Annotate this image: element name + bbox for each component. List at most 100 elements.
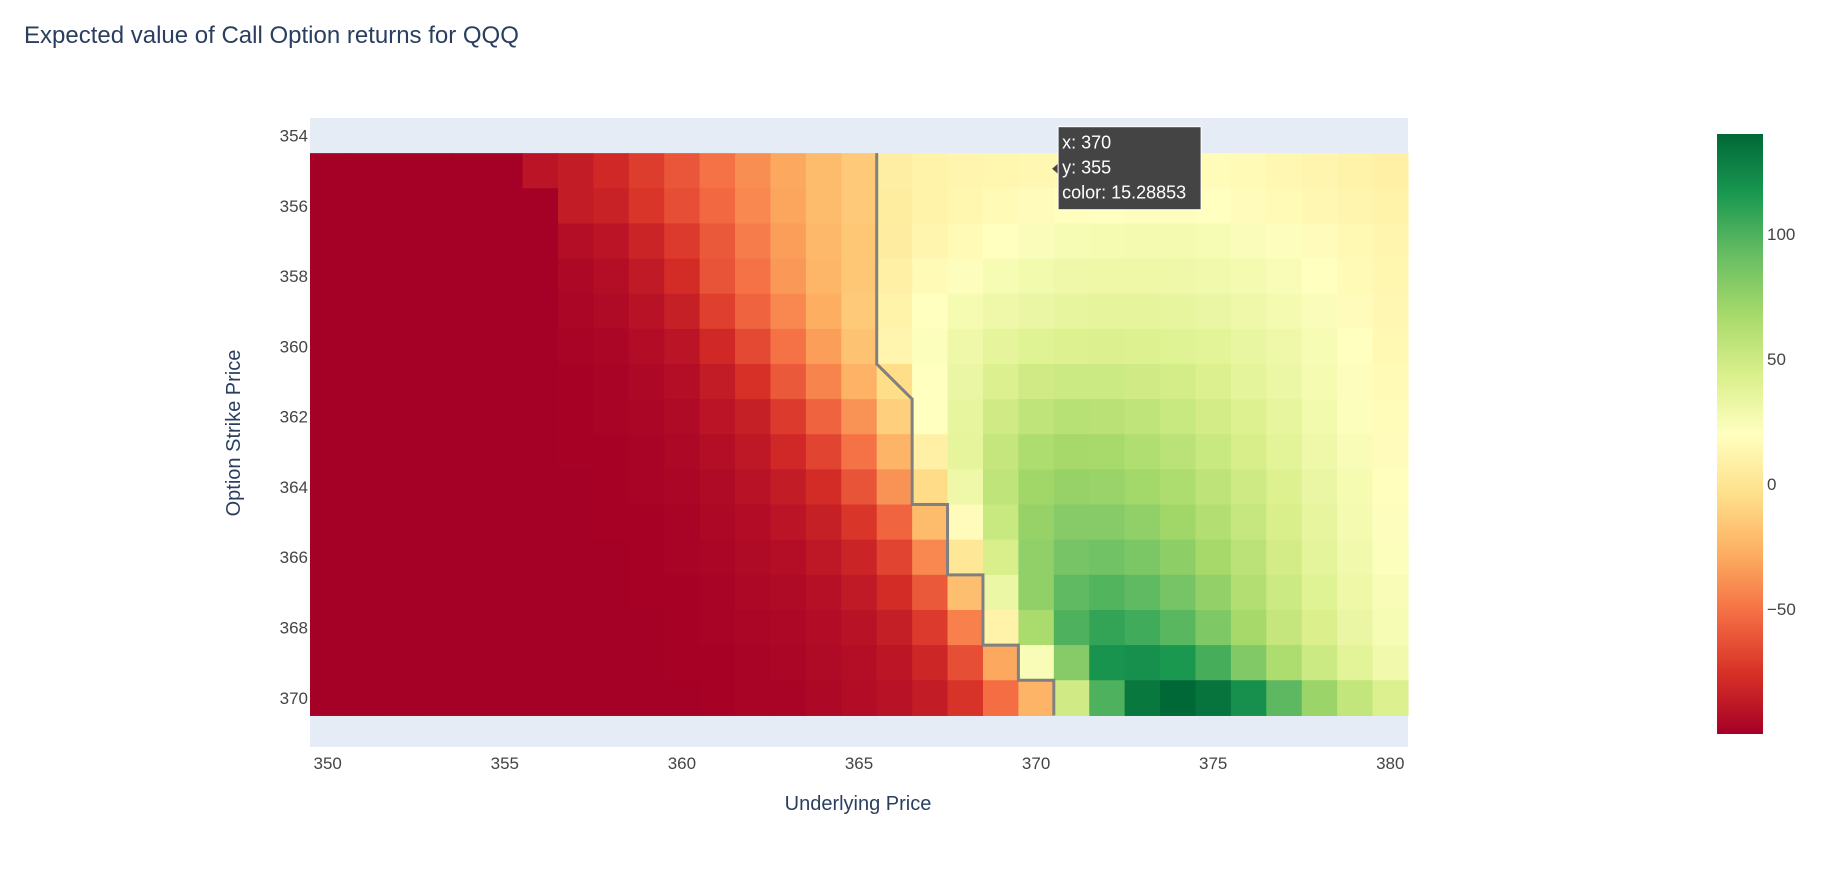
heatmap-cell[interactable] [1053, 609, 1090, 646]
heatmap-cell[interactable] [770, 363, 807, 400]
heatmap-cell[interactable] [557, 680, 594, 716]
heatmap-cell[interactable] [310, 680, 347, 716]
heatmap-cell[interactable] [947, 504, 984, 541]
heatmap-cell[interactable] [522, 258, 559, 295]
heatmap-cell[interactable] [416, 574, 453, 611]
heatmap-cell[interactable] [380, 434, 417, 470]
heatmap-cell[interactable] [735, 504, 772, 541]
heatmap-cell[interactable] [1266, 680, 1303, 716]
heatmap-cell[interactable] [735, 293, 772, 330]
heatmap-cell[interactable] [310, 328, 347, 365]
heatmap-cell[interactable] [841, 574, 878, 611]
heatmap-cell[interactable] [699, 539, 736, 576]
heatmap-cell[interactable] [557, 645, 594, 681]
heatmap-cell[interactable] [1337, 434, 1374, 470]
heatmap-cell[interactable] [593, 609, 630, 646]
heatmap-cell[interactable] [1301, 363, 1338, 400]
heatmap-cell[interactable] [1337, 609, 1374, 646]
heatmap-cell[interactable] [699, 188, 736, 225]
heatmap-cell[interactable] [664, 645, 701, 681]
heatmap-cell[interactable] [735, 539, 772, 576]
heatmap-cell[interactable] [1230, 399, 1267, 435]
heatmap-cell[interactable] [1089, 469, 1126, 506]
heatmap-cell[interactable] [487, 504, 524, 541]
heatmap-cell[interactable] [1195, 645, 1232, 681]
heatmap-cell[interactable] [982, 188, 1019, 225]
heatmap-cell[interactable] [664, 680, 701, 716]
heatmap-cell[interactable] [770, 434, 807, 470]
heatmap-cell[interactable] [557, 153, 594, 189]
heatmap-cell[interactable] [1230, 153, 1267, 189]
heatmap-cell[interactable] [1266, 363, 1303, 400]
heatmap-cell[interactable] [1124, 258, 1161, 295]
heatmap-cell[interactable] [947, 399, 984, 435]
heatmap-cell[interactable] [1124, 539, 1161, 576]
heatmap-cell[interactable] [912, 153, 949, 189]
heatmap-cell[interactable] [1266, 153, 1303, 189]
heatmap-cell[interactable] [1266, 645, 1303, 681]
heatmap-cell[interactable] [1337, 645, 1374, 681]
heatmap-cell[interactable] [735, 258, 772, 295]
heatmap-cell[interactable] [841, 609, 878, 646]
heatmap-cell[interactable] [1160, 504, 1197, 541]
heatmap-cell[interactable] [699, 469, 736, 506]
heatmap-cell[interactable] [1124, 504, 1161, 541]
heatmap-cell[interactable] [345, 223, 382, 260]
heatmap-cell[interactable] [416, 153, 453, 189]
heatmap-cell[interactable] [664, 434, 701, 470]
heatmap-cell[interactable] [1372, 504, 1409, 541]
heatmap-cell[interactable] [557, 328, 594, 365]
heatmap-cell[interactable] [1230, 223, 1267, 260]
heatmap-cell[interactable] [1337, 363, 1374, 400]
heatmap-cell[interactable] [1018, 434, 1055, 470]
heatmap-cell[interactable] [1266, 188, 1303, 225]
heatmap-cell[interactable] [1195, 574, 1232, 611]
heatmap-cell[interactable] [1053, 469, 1090, 506]
heatmap-cell[interactable] [487, 293, 524, 330]
heatmap-cell[interactable] [1124, 434, 1161, 470]
heatmap-cell[interactable] [805, 293, 842, 330]
heatmap-cell[interactable] [451, 363, 488, 400]
heatmap-cell[interactable] [310, 434, 347, 470]
heatmap-cell[interactable] [1230, 680, 1267, 716]
heatmap-cell[interactable] [664, 574, 701, 611]
heatmap-cell[interactable] [982, 539, 1019, 576]
heatmap-cell[interactable] [805, 223, 842, 260]
heatmap-cell[interactable] [841, 645, 878, 681]
heatmap-cell[interactable] [982, 434, 1019, 470]
heatmap-cell[interactable] [1266, 434, 1303, 470]
heatmap-cell[interactable] [310, 363, 347, 400]
heatmap-cell[interactable] [487, 258, 524, 295]
heatmap-cell[interactable] [841, 434, 878, 470]
heatmap-cell[interactable] [557, 223, 594, 260]
heatmap-cell[interactable] [1266, 258, 1303, 295]
heatmap-cell[interactable] [628, 504, 665, 541]
heatmap-cell[interactable] [876, 469, 913, 506]
heatmap-cell[interactable] [1372, 328, 1409, 365]
heatmap-cell[interactable] [1301, 399, 1338, 435]
heatmap-cell[interactable] [416, 504, 453, 541]
heatmap-cell[interactable] [1230, 469, 1267, 506]
heatmap-cell[interactable] [628, 539, 665, 576]
heatmap-cell[interactable] [735, 434, 772, 470]
heatmap-cell[interactable] [912, 469, 949, 506]
heatmap-cell[interactable] [1160, 645, 1197, 681]
heatmap-cell[interactable] [947, 188, 984, 225]
heatmap-cell[interactable] [664, 153, 701, 189]
heatmap-cell[interactable] [593, 363, 630, 400]
heatmap-cell[interactable] [1337, 680, 1374, 716]
heatmap-cell[interactable] [1018, 680, 1055, 716]
heatmap-cell[interactable] [770, 293, 807, 330]
heatmap-cell[interactable] [982, 609, 1019, 646]
heatmap-cell[interactable] [416, 328, 453, 365]
heatmap-cell[interactable] [1018, 363, 1055, 400]
heatmap-cell[interactable] [982, 223, 1019, 260]
heatmap-cell[interactable] [1089, 680, 1126, 716]
heatmap-cell[interactable] [664, 504, 701, 541]
heatmap-cell[interactable] [416, 223, 453, 260]
heatmap-cell[interactable] [1089, 539, 1126, 576]
heatmap-cell[interactable] [1230, 574, 1267, 611]
heatmap-cell[interactable] [664, 469, 701, 506]
heatmap-cell[interactable] [876, 539, 913, 576]
heatmap-cell[interactable] [1089, 399, 1126, 435]
